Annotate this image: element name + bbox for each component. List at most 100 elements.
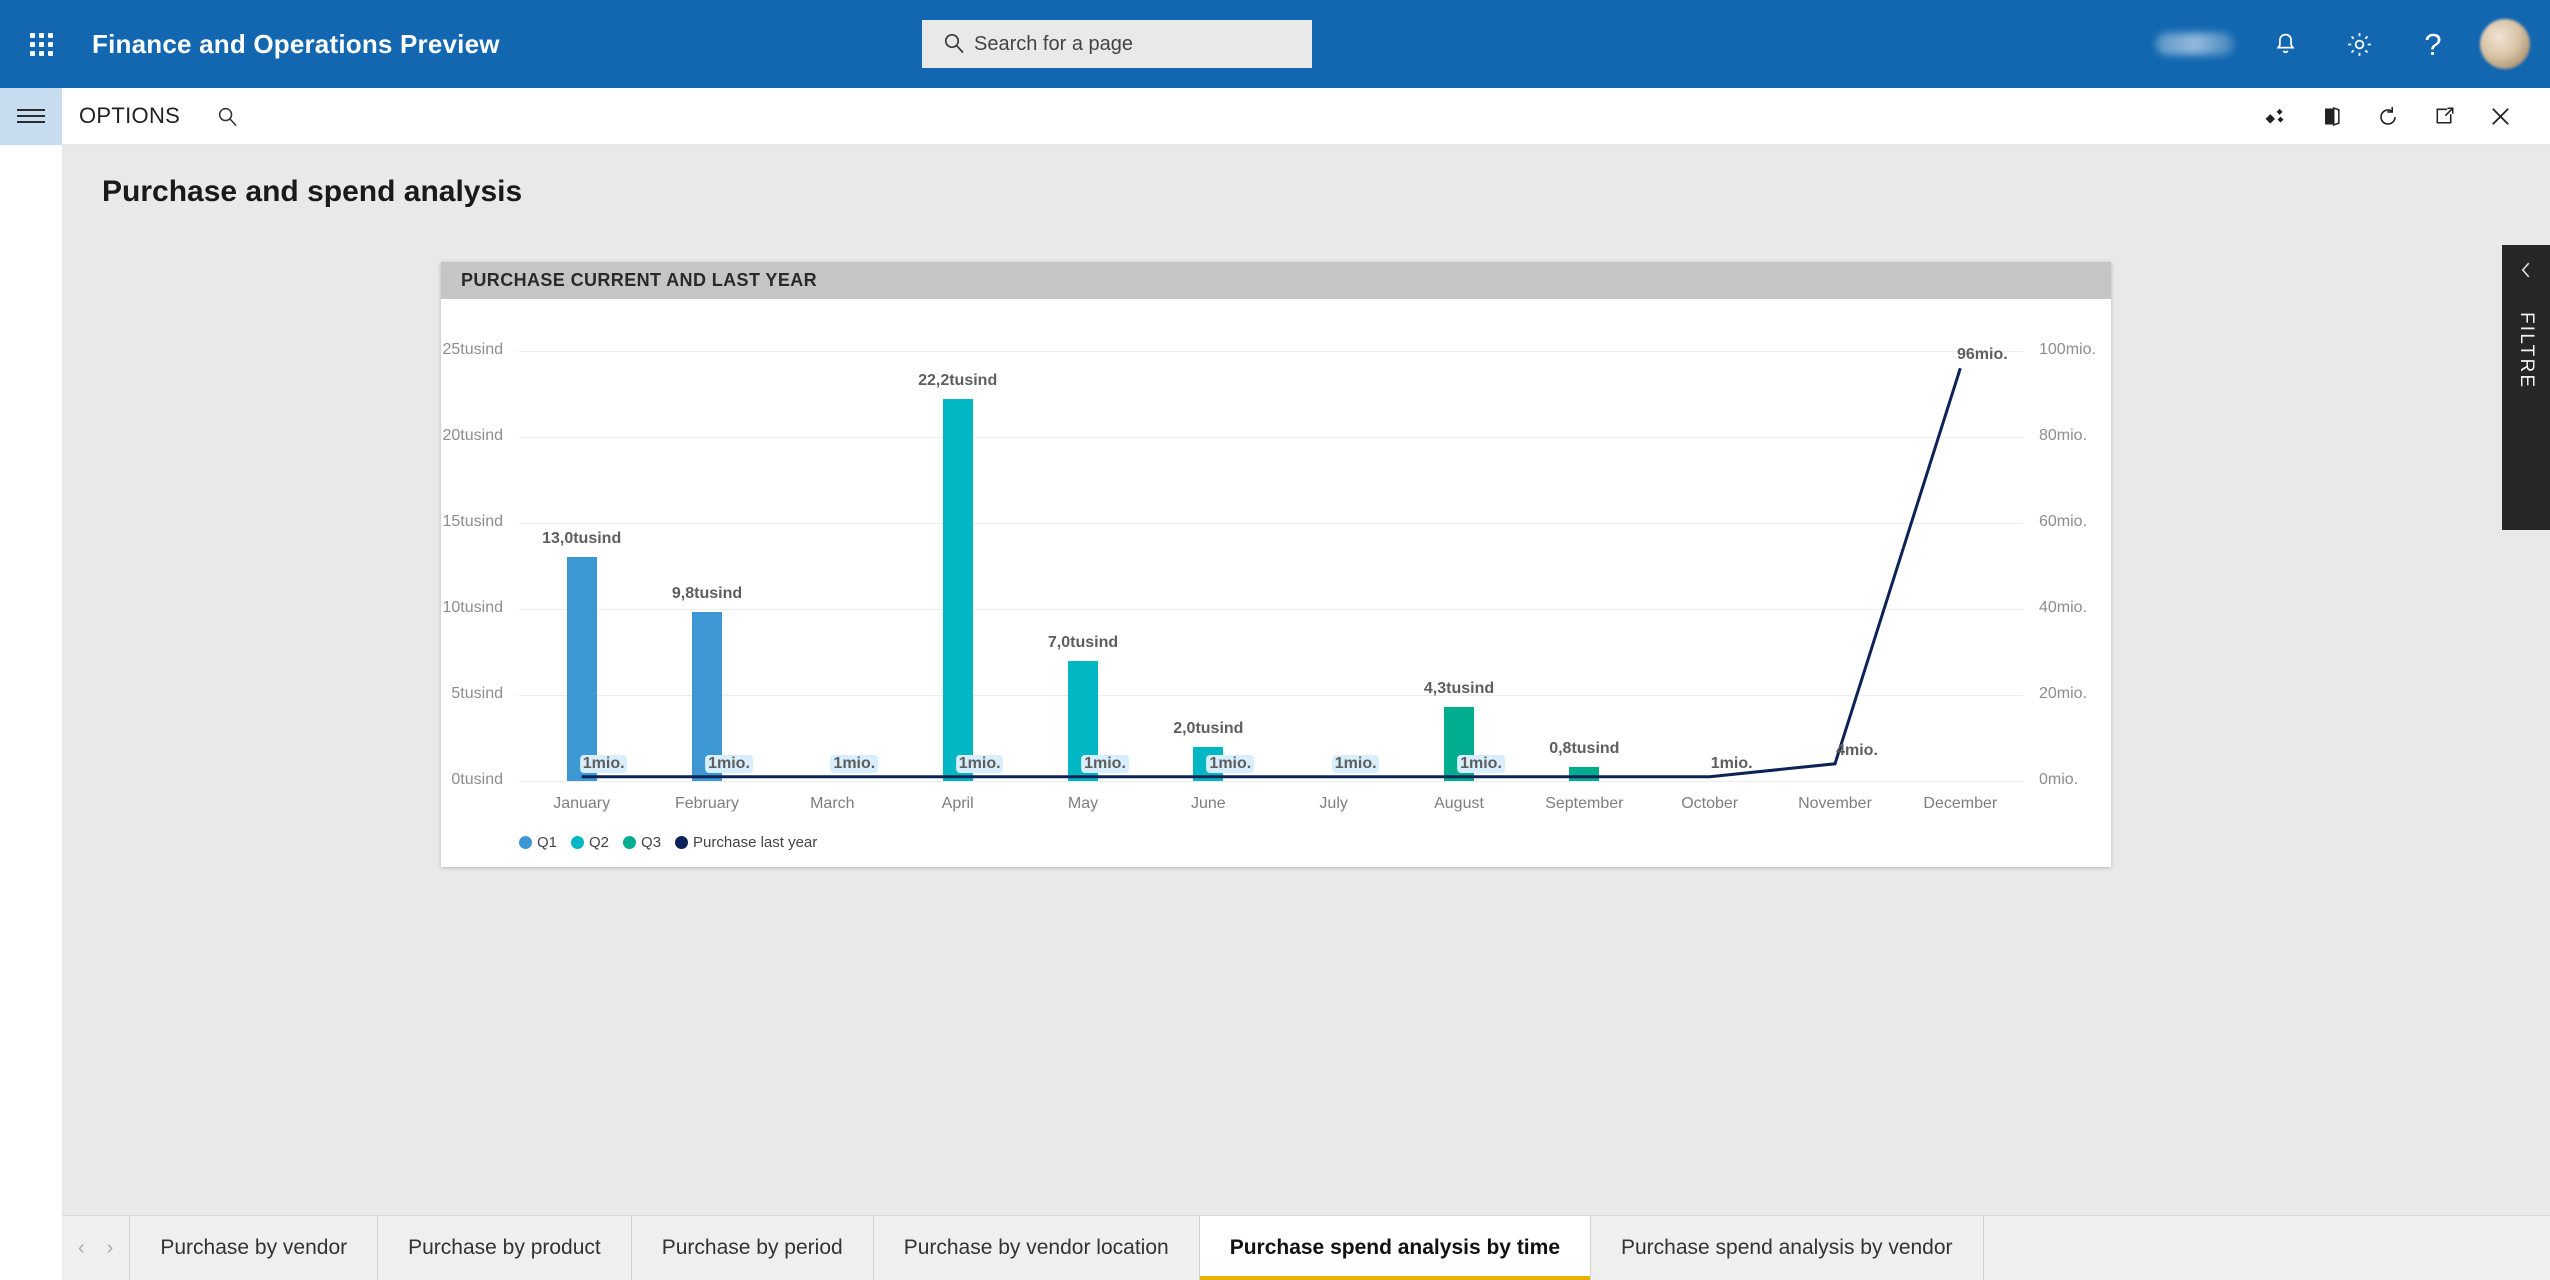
tab-prev-arrow[interactable]: ‹ xyxy=(78,1238,85,1258)
topbar-actions: ? xyxy=(2156,0,2536,88)
options-button[interactable]: OPTIONS xyxy=(79,103,180,129)
app-title: Finance and Operations Preview xyxy=(92,28,500,59)
page-workspace: Purchase and spend analysis PURCHASE CUR… xyxy=(62,145,2550,1215)
line-value-label: 1mio. xyxy=(579,754,628,773)
purchase-current-and-last-year-chart: 0tusind 5tusind 10tusind 15tusind 20tusind 25… xyxy=(441,299,2111,867)
line-value-label: 1mio. xyxy=(955,754,1004,773)
tab-purchase-spend-analysis-by-vendor[interactable]: Purchase spend analysis by vendor xyxy=(1591,1216,1984,1280)
tab-label: Purchase by vendor location xyxy=(903,1236,1169,1259)
tab-scroll-arrows: ‹ › xyxy=(62,1216,131,1280)
right-axis-tick: 60mio. xyxy=(2039,513,2088,530)
filter-pane-collapsed[interactable]: FILTRE xyxy=(2502,245,2550,530)
tab-purchase-by-vendor[interactable]: Purchase by vendor xyxy=(130,1216,379,1280)
tab-label: Purchase by vendor xyxy=(160,1236,348,1259)
x-axis-tick: May xyxy=(1067,795,1099,812)
chart-card: PURCHASE CURRENT AND LAST YEAR 0tusind 5t… xyxy=(441,262,2111,867)
line-value-label: 1mio. xyxy=(1206,754,1255,773)
tab-label: Purchase by product xyxy=(408,1236,601,1259)
line-value-label: 1mio. xyxy=(1457,754,1505,773)
command-bar: OPTIONS xyxy=(0,87,2550,145)
avatar[interactable] xyxy=(2480,19,2530,69)
refresh-icon[interactable] xyxy=(2360,88,2416,145)
close-icon[interactable] xyxy=(2472,88,2528,145)
tab-label: Purchase spend analysis by vendor xyxy=(1621,1236,1953,1259)
chart-card-header: PURCHASE CURRENT AND LAST YEAR xyxy=(441,262,2111,299)
legend-label: Q3 xyxy=(641,834,662,851)
right-axis-tick: 80mio. xyxy=(2039,427,2088,444)
right-axis-tick: 0mio. xyxy=(2039,771,2079,788)
right-axis-tick: 20mio. xyxy=(2039,685,2088,702)
tab-purchase-by-product[interactable]: Purchase by product xyxy=(378,1216,632,1280)
x-axis-tick: April xyxy=(941,795,974,812)
legend-item-q1[interactable]: Q1 xyxy=(519,834,557,851)
app-launcher-icon[interactable] xyxy=(10,32,72,56)
x-axis-tick: October xyxy=(1681,795,1739,812)
x-axis-tick: September xyxy=(1545,795,1624,812)
left-axis-tick: 5tusind xyxy=(451,685,503,702)
hamburger-icon xyxy=(17,105,45,127)
chart-legend: Q1 Q2 Q3 Purchase last year xyxy=(519,834,826,851)
popout-icon[interactable] xyxy=(2416,88,2472,145)
x-axis-tick: November xyxy=(1798,795,1872,812)
bell-icon[interactable] xyxy=(2248,0,2322,88)
left-axis-tick: 20tusind xyxy=(442,427,504,444)
line-value-label: 96mio. xyxy=(1956,346,2008,364)
legend-item-q3[interactable]: Q3 xyxy=(623,834,661,851)
top-navigation-bar: Finance and Operations Preview ? xyxy=(0,0,2550,88)
legend-label: Q1 xyxy=(537,834,558,851)
legend-item-q2[interactable]: Q2 xyxy=(571,834,609,851)
line-value-label: 1mio. xyxy=(1710,754,1753,772)
legend-color-swatch xyxy=(571,836,585,849)
chart-gridline xyxy=(519,781,2023,782)
x-axis-tick: March xyxy=(810,795,855,812)
legend-item-purchase-last-year[interactable]: Purchase last year xyxy=(675,834,817,851)
left-axis-tick: 15tusind xyxy=(442,513,504,530)
left-axis-tick: 0tusind xyxy=(451,771,503,788)
line-value-label: 1mio. xyxy=(830,754,879,773)
tab-label: Purchase spend analysis by time xyxy=(1229,1236,1560,1259)
x-axis-tick: June xyxy=(1190,795,1226,812)
tab-list: Purchase by vendor Purchase by product Pur… xyxy=(130,1216,1984,1280)
global-search[interactable] xyxy=(922,20,1312,68)
waffle-grid xyxy=(29,32,53,56)
x-axis-tick: July xyxy=(1319,795,1348,812)
page-search-icon[interactable] xyxy=(216,105,239,128)
tab-label: Purchase by period xyxy=(661,1236,843,1259)
legend-color-swatch xyxy=(675,836,689,849)
x-axis-tick: February xyxy=(674,795,740,812)
left-axis-tick: 10tusind xyxy=(442,599,504,616)
command-bar-actions xyxy=(2248,88,2528,145)
left-axis-tick: 25tusind xyxy=(442,341,504,358)
tab-purchase-by-vendor-location[interactable]: Purchase by vendor location xyxy=(874,1216,1200,1280)
page-title: Purchase and spend analysis xyxy=(102,175,523,208)
legend-label: Purchase last year xyxy=(693,834,818,851)
help-icon[interactable]: ? xyxy=(2396,0,2470,88)
line-value-label: 1mio. xyxy=(1331,754,1380,773)
x-axis-tick: August xyxy=(1434,795,1484,812)
chart-card-title: PURCHASE CURRENT AND LAST YEAR xyxy=(461,270,818,290)
legend-color-swatch xyxy=(623,836,637,849)
right-axis-tick: 100mio. xyxy=(2039,341,2096,358)
line-value-label: 4mio. xyxy=(1836,741,1878,759)
search-input[interactable] xyxy=(922,20,1312,68)
office-app-icon[interactable] xyxy=(2304,88,2360,145)
tab-next-arrow[interactable]: › xyxy=(107,1238,114,1258)
gear-icon[interactable] xyxy=(2322,0,2396,88)
tab-purchase-by-period[interactable]: Purchase by period xyxy=(632,1216,874,1280)
line-value-label: 1mio. xyxy=(1081,754,1129,773)
x-axis-tick: December xyxy=(1923,795,1998,812)
bottom-tabstrip: ‹ › Purchase by vendor Purchase by produc… xyxy=(62,1215,2550,1280)
chart-card-body: 0tusind 5tusind 10tusind 15tusind 20tusind 25… xyxy=(441,299,2111,867)
right-axis-tick: 40mio. xyxy=(2039,599,2088,616)
x-axis-tick: January xyxy=(553,795,611,812)
legend-color-swatch xyxy=(519,836,532,849)
line-value-label: 1mio. xyxy=(705,754,753,773)
purchase-last-year-line xyxy=(581,367,1962,779)
chevron-left-icon[interactable] xyxy=(2515,259,2537,286)
legend-label: Q2 xyxy=(589,834,610,851)
navigation-menu-button[interactable] xyxy=(0,87,62,145)
filter-pane-label: FILTRE xyxy=(2516,312,2537,390)
tab-purchase-spend-analysis-by-time[interactable]: Purchase spend analysis by time xyxy=(1199,1216,1591,1280)
blurred-text-icon xyxy=(2156,33,2234,55)
personalize-icon[interactable] xyxy=(2248,88,2304,145)
